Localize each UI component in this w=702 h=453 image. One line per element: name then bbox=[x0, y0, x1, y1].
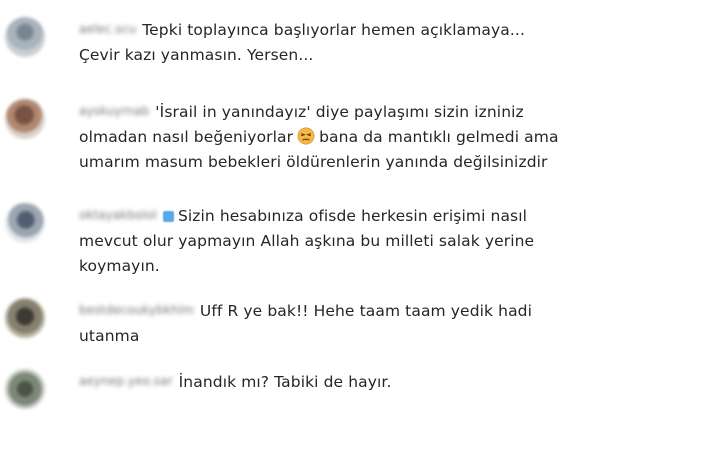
avatar[interactable] bbox=[5, 298, 45, 338]
comment-text-line: Çevir kazı yanmasın. Yersen... bbox=[79, 46, 314, 64]
comment-body: ayskuyrnab 'İsrail in yanındayız' diye pa… bbox=[79, 99, 679, 175]
comment-body: aeynep.yeo.sar İnandık mı? Tabiki de hayı… bbox=[79, 369, 679, 395]
comment-username[interactable]: aelec.scu bbox=[79, 17, 136, 42]
comment-text-line: Tepki toplayınca başlıyorlar hemen açıkl… bbox=[142, 21, 525, 39]
comment-username[interactable]: bestdecoukybkhlm bbox=[79, 298, 194, 323]
comment-text-line: umarım masum bebekleri öldürenlerin yanı… bbox=[79, 153, 548, 171]
comment-text-line: utanma bbox=[79, 327, 140, 345]
comment-text-line: Sizin hesabınıza ofisde herkesin erişimi… bbox=[177, 207, 528, 225]
comment-text-line: bana da mantıklı gelmedi ama bbox=[319, 128, 559, 146]
avatar[interactable] bbox=[5, 203, 45, 243]
comment-username[interactable]: oktayakbolol bbox=[79, 203, 157, 228]
comment-text-line: koymayın. bbox=[79, 257, 160, 275]
comment-body: aelec.scu Tepki toplayınca başlıyorlar he… bbox=[79, 17, 679, 68]
comment-text-line: mevcut olur yapmayın Allah aşkına bu mil… bbox=[79, 232, 535, 250]
comment-username[interactable]: aeynep.yeo.sar bbox=[79, 369, 173, 394]
comment-text-line: 'İsrail in yanındayız' diye paylaşımı si… bbox=[155, 103, 524, 121]
persevering-face-icon bbox=[297, 127, 315, 145]
avatar[interactable] bbox=[5, 17, 45, 57]
verified-badge-icon bbox=[162, 211, 174, 222]
avatar[interactable] bbox=[5, 369, 45, 409]
comment-username[interactable]: ayskuyrnab bbox=[79, 99, 149, 124]
comment-list: aelec.scu Tepki toplayınca başlıyorlar he… bbox=[0, 0, 702, 453]
avatar[interactable] bbox=[5, 99, 45, 139]
comment-text-line: Uff R ye bak!! Hehe taam taam yedik hadi bbox=[199, 302, 533, 320]
comment-text-line: olmadan nasıl beğeniyorlar bbox=[79, 128, 294, 146]
comment-text-line: İnandık mı? Tabiki de hayır. bbox=[178, 373, 392, 391]
comment-body: oktayakbolol Sizin hesabınıza ofisde herk… bbox=[79, 203, 679, 279]
comment-body: bestdecoukybkhlm Uff R ye bak!! Hehe taam… bbox=[79, 298, 679, 349]
